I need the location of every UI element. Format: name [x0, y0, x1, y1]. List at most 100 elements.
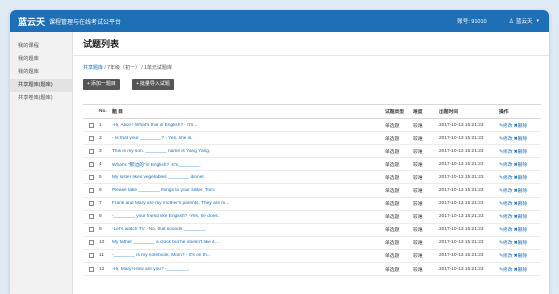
row-number: 5 [99, 174, 102, 180]
question-title-link[interactable]: -Hi, Mary! How are you? -________. [112, 267, 385, 272]
delete-link[interactable]: ✖删除 [514, 215, 528, 220]
row-checkbox[interactable] [88, 135, 94, 141]
delete-link[interactable]: ✖删除 [514, 189, 528, 194]
question-difficulty: 较难 [413, 189, 423, 195]
edit-link[interactable]: ✎修改 [499, 202, 513, 207]
question-type: 单选题 [385, 149, 400, 155]
question-title-link[interactable]: This is my son. ________ name is Yang Ya… [112, 149, 385, 154]
delete-link[interactable]: ✖删除 [514, 268, 528, 273]
table-row: 10 My father ________ a clock but he does… [83, 237, 541, 250]
row-checkbox[interactable] [88, 214, 94, 220]
add-question-button[interactable]: +添加一题目 [83, 79, 120, 90]
question-title-link[interactable]: - Is that your ________? - Yes, she is. [112, 136, 385, 141]
sidebar-item-my-bank-2[interactable]: 我的题库 [10, 66, 72, 79]
brand-logo: 蓝云天 [18, 17, 46, 28]
question-title-link[interactable]: Please take ________ things to your sist… [112, 188, 385, 193]
delete-link[interactable]: ✖删除 [514, 254, 528, 259]
row-actions: ✎修改✖删除 [499, 200, 541, 207]
table-row: 6 Please take ________ things to your sis… [83, 184, 541, 198]
edit-link[interactable]: ✎修改 [499, 228, 513, 233]
edit-link[interactable]: ✎修改 [499, 241, 513, 246]
app-subtitle: 课程管理与在线考试公平台 [49, 19, 122, 26]
sidebar-item-shared-papers[interactable]: 共享卷库(题库) [10, 92, 72, 105]
row-checkbox[interactable] [88, 201, 94, 207]
row-checkbox[interactable] [88, 174, 94, 180]
table-row: 5 My sister likes vegetables ________ din… [83, 171, 541, 185]
header-no: No. [99, 109, 107, 114]
add-question-label: 添加一题目 [90, 81, 116, 87]
delete-link[interactable]: ✖删除 [514, 150, 528, 155]
sidebar: 我的课程 我的题库 我的题库 共享题库(题库) 共享卷库(题库) [10, 32, 73, 294]
delete-link[interactable]: ✖删除 [514, 137, 528, 142]
row-actions: ✎修改✖删除 [499, 174, 541, 181]
caret-down-icon: ▾ [536, 18, 539, 24]
question-difficulty: 较难 [413, 149, 423, 155]
edit-link[interactable]: ✎修改 [499, 176, 513, 181]
edit-link[interactable]: ✎修改 [499, 124, 513, 129]
row-actions: ✎修改✖删除 [499, 161, 541, 168]
breadcrumb-unit: 1单元试题库 [144, 65, 172, 71]
row-checkbox[interactable] [88, 148, 94, 154]
user-menu[interactable]: ♙ 蓝云天 ▾ [509, 17, 539, 25]
question-difficulty: 较难 [413, 175, 423, 181]
delete-link[interactable]: ✖删除 [514, 163, 528, 168]
row-checkbox[interactable] [88, 240, 94, 246]
row-actions: ✎修改✖删除 [499, 252, 541, 259]
row-checkbox-cell [83, 227, 99, 233]
header-difficulty: 难度 [413, 110, 423, 115]
table-body: 1 -Hi, Alice ! What's this in English? - … [83, 119, 541, 277]
table-row: 4 What's "那边的"in English? -It's________. 单… [83, 158, 541, 172]
table-row: 11 -________ is my notebook, Mom? - It's … [83, 250, 541, 264]
row-checkbox[interactable] [88, 266, 94, 272]
question-type: 单选题 [385, 267, 400, 273]
app-window: 蓝云天 课程管理与在线考试公平台 账号: 91010 ♙ 蓝云天 ▾ 我的课程 … [10, 10, 549, 294]
question-title-link[interactable]: -Let's watch TV. -No, that sounds ______… [112, 227, 385, 232]
row-number: 3 [99, 148, 102, 154]
question-created-time: 2017-10-13 15:21:23 [439, 266, 484, 272]
header-ops: 操作 [499, 110, 509, 115]
question-created-time: 2017-10-13 15:21:23 [439, 174, 484, 180]
question-title-link[interactable]: What's "那边的"in English? -It's________. [112, 161, 385, 168]
row-actions: ✎修改✖删除 [499, 239, 541, 246]
row-number: 10 [99, 240, 105, 246]
edit-link[interactable]: ✎修改 [499, 163, 513, 168]
row-checkbox[interactable] [88, 161, 94, 167]
delete-link[interactable]: ✖删除 [514, 228, 528, 233]
question-title-link[interactable]: -Hi, Alice ! What's this in English? - I… [112, 123, 385, 128]
row-actions: ✎修改✖删除 [499, 187, 541, 194]
question-title-link[interactable]: -________ is my notebook, Mom? - It's on… [112, 253, 385, 258]
row-actions: ✎修改✖删除 [499, 148, 541, 155]
question-created-time: 2017-10-13 15:21:23 [439, 188, 484, 194]
sidebar-item-my-bank[interactable]: 我的题库 [10, 53, 72, 66]
row-checkbox[interactable] [88, 122, 94, 128]
row-checkbox[interactable] [88, 188, 94, 194]
breadcrumb-root[interactable]: 共享题库 [83, 65, 103, 71]
plus-icon: + [87, 81, 90, 87]
question-type: 单选题 [385, 241, 400, 247]
edit-link[interactable]: ✎修改 [499, 254, 513, 259]
edit-link[interactable]: ✎修改 [499, 189, 513, 194]
batch-import-button[interactable]: +批量导入试题 [132, 79, 174, 90]
row-checkbox-cell [83, 253, 99, 259]
header-type: 试题类型 [385, 110, 405, 115]
delete-link[interactable]: ✖删除 [514, 176, 528, 181]
table-header-row: No. 题 目 试题类型 难度 出题时间 操作 [83, 105, 541, 119]
row-checkbox[interactable] [88, 227, 94, 233]
question-title-link[interactable]: Frank and Mary are my mother's parents. … [112, 201, 385, 206]
sidebar-item-shared-bank[interactable]: 共享题库(题库) [10, 79, 72, 92]
row-checkbox-cell [83, 240, 99, 246]
edit-link[interactable]: ✎修改 [499, 150, 513, 155]
edit-link[interactable]: ✎修改 [499, 268, 513, 273]
edit-link[interactable]: ✎修改 [499, 137, 513, 142]
question-title-link[interactable]: My sister likes vegetables ________ dinn… [112, 175, 385, 180]
edit-link[interactable]: ✎修改 [499, 215, 513, 220]
delete-link[interactable]: ✖删除 [514, 202, 528, 207]
question-title-link[interactable]: My father ________ a clock but he doesn'… [112, 240, 385, 245]
question-title-link[interactable]: -________ your friend like English? -Yes… [112, 214, 385, 219]
row-actions: ✎修改✖删除 [499, 122, 541, 129]
delete-link[interactable]: ✖删除 [514, 241, 528, 246]
row-checkbox[interactable] [88, 253, 94, 259]
delete-link[interactable]: ✖删除 [514, 124, 528, 129]
table-row: 2 - Is that your ________? - Yes, she is.… [83, 132, 541, 146]
sidebar-item-my-courses[interactable]: 我的课程 [10, 40, 72, 53]
